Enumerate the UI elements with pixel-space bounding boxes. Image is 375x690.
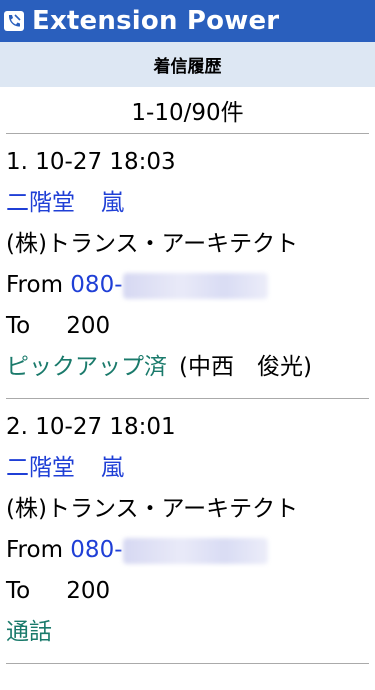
call-entry-2: 2. 10-27 18:01 二階堂嵐 (株)トランス・アーキテクト From … [6,399,369,664]
from-row: From 080- [6,530,369,571]
from-label: From [6,272,63,298]
from-number-link[interactable]: 080- [70,265,122,306]
entry-datetime-row: 1. 10-27 18:03 [6,142,369,183]
to-label: To [6,313,31,339]
entry-index: 1. [6,149,28,175]
status-row: ピックアップ済 (中西 俊光) [6,347,369,388]
redacted-number [122,272,268,299]
app-title: Extension Power [32,6,280,36]
to-label: To [6,578,31,604]
to-number: 200 [66,578,111,604]
phone-icon [4,11,24,31]
to-row: To 200 [6,306,369,347]
entry-datetime: 10-27 18:01 [35,414,176,440]
status-row: 通話 [6,612,369,653]
caller-last-name[interactable]: 二階堂 [6,448,75,489]
redacted-number [122,537,268,564]
to-row: To 200 [6,571,369,612]
from-row: From 080- [6,265,369,306]
caller-company: (株)トランス・アーキテクト [6,496,299,522]
page-heading: 着信履歴 [0,42,375,87]
call-status: 通話 [6,619,52,645]
result-count: 1-10/90件 [6,87,369,134]
caller-company: (株)トランス・アーキテクト [6,231,299,257]
caller-first-name[interactable]: 嵐 [101,183,124,224]
entry-index: 2. [6,414,28,440]
app-header: Extension Power [0,0,375,42]
call-status: ピックアップ済 [6,354,167,380]
from-number-link[interactable]: 080- [70,530,122,571]
call-entry-1: 1. 10-27 18:03 二階堂嵐 (株)トランス・アーキテクト From … [6,134,369,399]
handled-by: (中西 俊光) [179,354,312,380]
entry-datetime-row: 2. 10-27 18:01 [6,407,369,448]
caller-name-link[interactable]: 二階堂嵐 [6,183,369,224]
entry-datetime: 10-27 18:03 [35,149,176,175]
from-label: From [6,537,63,563]
caller-name-link[interactable]: 二階堂嵐 [6,448,369,489]
to-number: 200 [66,313,111,339]
caller-first-name[interactable]: 嵐 [101,448,124,489]
caller-last-name[interactable]: 二階堂 [6,183,75,224]
